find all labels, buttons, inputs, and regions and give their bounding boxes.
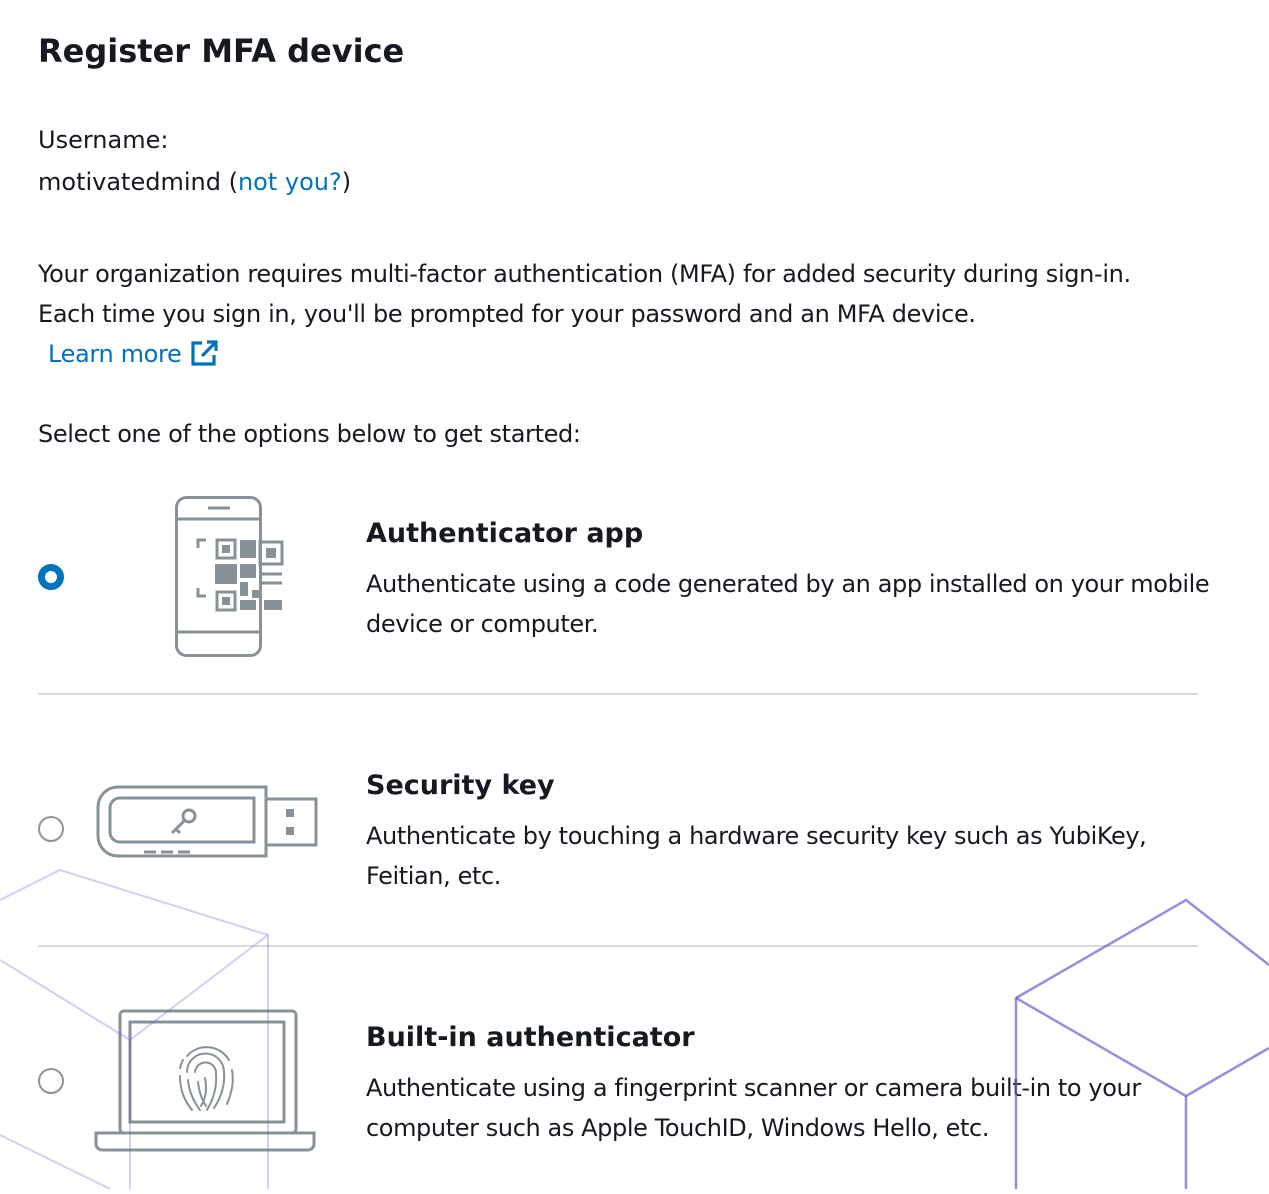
select-option-prompt: Select one of the options below to get s… — [38, 420, 581, 448]
authenticator-app-title: Authenticator app — [366, 518, 644, 549]
mfa-intro-paragraph: Your organization requires multi-factor … — [38, 254, 1168, 374]
option-divider — [38, 945, 1198, 947]
security-key-title: Security key — [366, 770, 555, 801]
phone-qr-code-icon — [175, 496, 284, 657]
security-key-radio[interactable] — [38, 816, 64, 842]
built-in-authenticator-description: Authenticate using a fingerprint scanner… — [366, 1074, 1141, 1142]
laptop-fingerprint-icon — [94, 1009, 316, 1152]
authenticator-app-radio[interactable] — [38, 564, 64, 590]
option-built-in-authenticator[interactable]: Built-in authenticator Authenticate usin… — [38, 994, 1198, 1194]
security-key-description: Authenticate by touching a hardware secu… — [366, 822, 1147, 890]
option-divider — [38, 693, 1198, 695]
external-link-icon — [191, 340, 218, 366]
learn-more-label: Learn more — [48, 340, 182, 368]
option-authenticator-app[interactable]: Authenticator app Authenticate using a c… — [38, 490, 1210, 690]
built-in-authenticator-radio[interactable] — [38, 1068, 64, 1094]
mfa-intro-text: Your organization requires multi-factor … — [38, 260, 1131, 328]
learn-more-link[interactable]: Learn more — [48, 340, 219, 368]
username-line: motivatedmind (not you?) — [38, 164, 351, 200]
usb-security-key-icon — [96, 785, 318, 858]
close-paren: ) — [341, 168, 352, 196]
open-paren: ( — [220, 168, 238, 196]
built-in-authenticator-title: Built-in authenticator — [366, 1022, 695, 1053]
username-value: motivatedmind — [38, 168, 221, 196]
option-security-key[interactable]: Security key Authenticate by touching a … — [38, 742, 1198, 942]
not-you-link[interactable]: not you? — [238, 168, 342, 196]
page-title: Register MFA device — [38, 32, 405, 70]
authenticator-app-description: Authenticate using a code generated by a… — [366, 570, 1210, 638]
username-label: Username: — [38, 126, 169, 154]
